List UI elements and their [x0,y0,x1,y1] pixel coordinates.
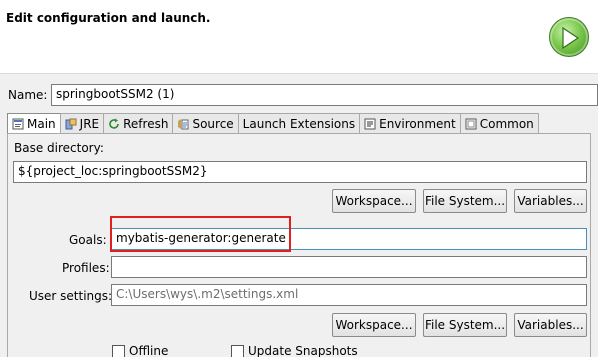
name-input[interactable]: springbootSSM2 (1) [51,84,598,106]
profiles-label: Profiles: [62,261,110,275]
workspace-button-2[interactable]: Workspace... [332,313,416,337]
tab-refresh[interactable]: Refresh [103,113,174,133]
user-settings-label: User settings: [29,289,113,303]
tab-common[interactable]: Common [459,113,539,133]
tab-main[interactable]: Main [7,113,61,134]
tab-bar: Main JRE Refresh Source Launch Extension… [7,113,539,134]
update-snapshots-checkbox-box[interactable] [231,344,244,357]
tab-main-label: Main [27,117,56,131]
base-directory-input[interactable]: ${project_loc:springbootSSM2} [13,161,587,183]
refresh-icon [108,118,120,130]
tab-refresh-label: Refresh [123,116,169,131]
tab-source[interactable]: Source [172,113,239,133]
dialog-header: Edit configuration and launch. [0,0,598,74]
tab-source-label: Source [192,116,234,131]
goals-label: Goals: [69,233,107,247]
update-snapshots-label: Update Snapshots [248,344,358,357]
header-title: Edit configuration and launch. [6,11,211,25]
offline-checkbox-box[interactable] [112,344,125,357]
offline-checkbox[interactable]: Offline [112,344,168,357]
update-snapshots-checkbox[interactable]: Update Snapshots [231,344,358,357]
goals-highlight-box [110,216,291,252]
file-system-button[interactable]: File System... [423,189,507,213]
environment-icon [364,118,376,130]
tab-jre-label: JRE [79,116,100,131]
main-tab-icon [12,118,24,130]
variables-button[interactable]: Variables... [514,189,587,213]
launch-run-icon [549,17,589,57]
user-settings-input[interactable]: C:\Users\wys\.m2\settings.xml [111,284,587,306]
tab-common-label: Common [479,116,534,131]
source-icon [177,118,189,130]
workspace-button[interactable]: Workspace... [332,189,416,213]
tab-environment[interactable]: Environment [359,113,461,133]
tab-jre[interactable]: JRE [59,113,105,133]
file-system-button-2[interactable]: File System... [423,313,507,337]
common-icon [465,118,477,130]
tab-launch-extensions-label: Launch Extensions [242,116,356,131]
jre-icon [65,118,77,130]
profiles-input[interactable] [111,256,587,278]
name-label: Name: [8,88,48,102]
base-directory-label: Base directory: [14,141,104,155]
offline-label: Offline [129,344,169,357]
variables-button-2[interactable]: Variables... [514,313,587,337]
tab-environment-label: Environment [379,116,456,131]
tab-launch-extensions[interactable]: Launch Extensions [237,113,361,133]
